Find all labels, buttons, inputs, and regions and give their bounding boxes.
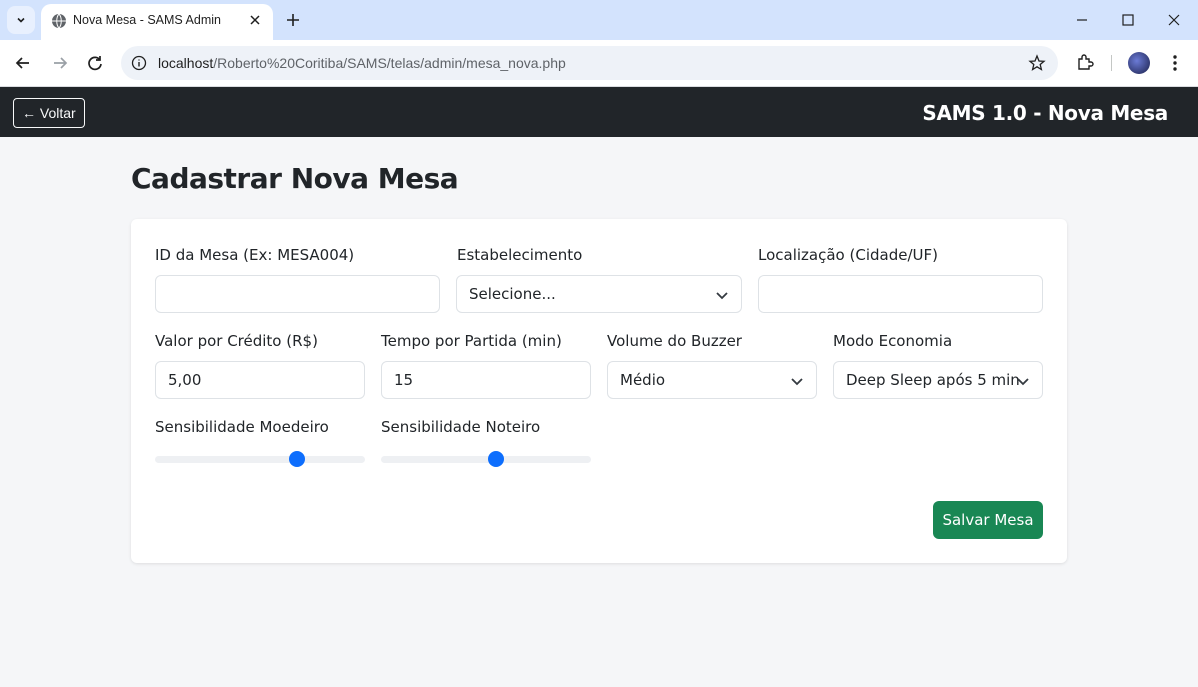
navbar-brand: SAMS 1.0 - Nova Mesa xyxy=(922,101,1168,125)
estabelecimento-select[interactable]: Selecione... xyxy=(456,275,742,313)
id-mesa-input[interactable] xyxy=(155,275,440,313)
slider-track xyxy=(155,456,365,463)
globe-icon xyxy=(52,13,66,29)
chevron-down-icon xyxy=(17,17,25,23)
url-text: localhost/Roberto%20Coritiba/SAMS/telas/… xyxy=(158,55,566,71)
slider-track xyxy=(381,456,591,463)
save-button[interactable]: Salvar Mesa xyxy=(933,501,1043,539)
valor-credito-input[interactable]: 5,00 xyxy=(155,361,365,399)
browser-tab-bar: Nova Mesa - SAMS Admin xyxy=(0,0,1198,40)
tab-search-button[interactable] xyxy=(7,6,35,34)
toolbar-divider xyxy=(1111,55,1112,71)
profile-avatar[interactable] xyxy=(1128,52,1150,74)
page-title: Cadastrar Nova Mesa xyxy=(131,162,459,195)
slider-thumb[interactable] xyxy=(288,451,305,467)
browser-toolbar: localhost/Roberto%20Coritiba/SAMS/telas/… xyxy=(0,40,1198,87)
valor-credito-label: Valor por Crédito (R$) xyxy=(155,332,318,350)
sens-moedeiro-slider[interactable] xyxy=(155,451,365,467)
tempo-partida-label: Tempo por Partida (min) xyxy=(381,332,562,350)
modo-economia-select[interactable]: Deep Sleep após 5 min xyxy=(833,361,1043,399)
localizacao-input[interactable] xyxy=(758,275,1043,313)
mesa-form-card: ID da Mesa (Ex: MESA004) Estabelecimento… xyxy=(131,219,1067,563)
back-arrow-icon[interactable] xyxy=(12,52,34,74)
forward-arrow-icon[interactable] xyxy=(49,52,71,74)
more-menu-icon[interactable] xyxy=(1165,52,1185,74)
new-tab-icon[interactable] xyxy=(283,10,303,30)
close-tab-icon[interactable] xyxy=(247,12,263,28)
id-mesa-label: ID da Mesa (Ex: MESA004) xyxy=(155,246,355,264)
extensions-puzzle-icon[interactable] xyxy=(1075,52,1095,72)
modo-economia-label: Modo Economia xyxy=(833,332,953,350)
estabelecimento-selected: Selecione... xyxy=(469,285,556,303)
site-info-icon[interactable] xyxy=(131,55,147,71)
minimize-icon[interactable] xyxy=(1072,10,1092,30)
chevron-down-icon xyxy=(791,378,803,386)
chevron-down-icon xyxy=(1017,378,1029,386)
volume-buzzer-select[interactable]: Médio xyxy=(607,361,817,399)
app-navbar: ← Voltar SAMS 1.0 - Nova Mesa xyxy=(0,87,1198,137)
slider-thumb[interactable] xyxy=(487,451,504,467)
estabelecimento-label: Estabelecimento xyxy=(457,246,583,264)
url-host: localhost xyxy=(158,55,214,71)
url-path: /Roberto%20Coritiba/SAMS/telas/admin/mes… xyxy=(213,55,566,71)
tempo-partida-input[interactable]: 15 xyxy=(381,361,591,399)
maximize-icon[interactable] xyxy=(1118,10,1138,30)
volume-buzzer-selected: Médio xyxy=(620,371,666,389)
reload-icon[interactable] xyxy=(84,52,106,74)
sens-noteiro-slider[interactable] xyxy=(381,451,591,467)
modo-economia-selected: Deep Sleep após 5 min xyxy=(846,371,1020,389)
sens-noteiro-label: Sensibilidade Noteiro xyxy=(381,418,541,436)
address-bar[interactable]: localhost/Roberto%20Coritiba/SAMS/telas/… xyxy=(121,46,1058,80)
back-button[interactable]: ← Voltar xyxy=(13,98,85,128)
sens-moedeiro-label: Sensibilidade Moedeiro xyxy=(155,418,329,436)
bookmark-star-icon[interactable] xyxy=(1028,54,1046,72)
close-window-icon[interactable] xyxy=(1164,10,1184,30)
volume-buzzer-label: Volume do Buzzer xyxy=(607,332,742,350)
chevron-down-icon xyxy=(716,292,728,300)
browser-tab[interactable]: Nova Mesa - SAMS Admin xyxy=(41,4,273,40)
localizacao-label: Localização (Cidade/UF) xyxy=(758,246,938,264)
tab-title: Nova Mesa - SAMS Admin xyxy=(73,13,221,27)
